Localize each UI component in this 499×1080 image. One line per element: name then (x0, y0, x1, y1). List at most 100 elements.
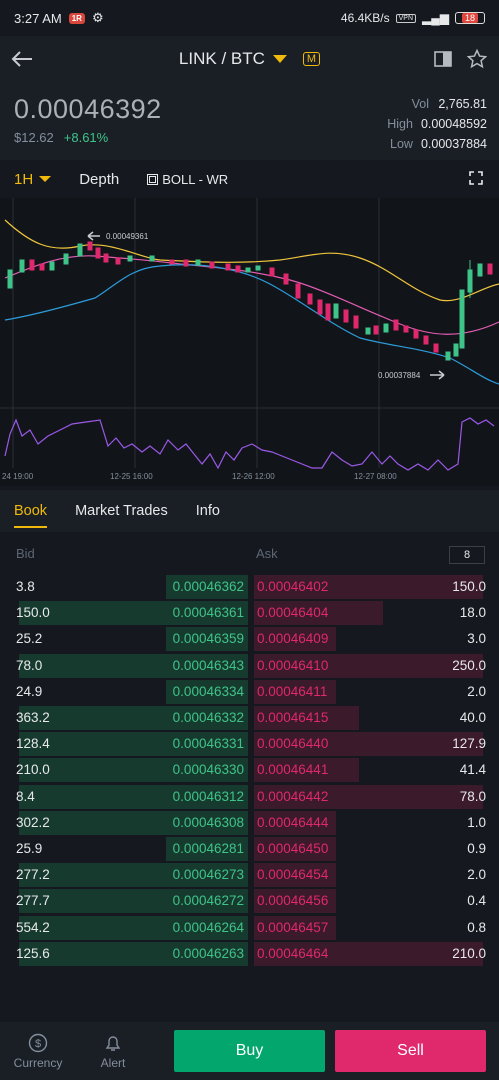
bid-cell[interactable]: 277.2 0.00046273 (14, 863, 248, 888)
ask-cell[interactable]: 0.00046450 0.9 (254, 837, 488, 861)
tab-info[interactable]: Info (196, 490, 220, 532)
sell-button[interactable]: Sell (335, 1030, 486, 1072)
timeframe-selector[interactable]: 1H (14, 171, 52, 188)
margin-badge[interactable]: M (302, 52, 321, 66)
layout-toggle-icon[interactable] (433, 49, 453, 69)
order-book-row[interactable]: 210.0 0.00046330 0.00046441 41.4 (14, 758, 488, 783)
bid-qty: 150.0 (16, 605, 50, 621)
bid-price: 0.00046330 (172, 762, 244, 778)
ask-price: 0.00046444 (257, 814, 329, 830)
bid-price: 0.00046263 (172, 945, 244, 961)
arrow-left-icon (11, 51, 32, 67)
vol-value: 2,765.81 (438, 97, 487, 111)
ask-qty: 0.8 (467, 919, 486, 935)
ask-cell[interactable]: 0.00046442 78.0 (254, 784, 488, 809)
bid-cell[interactable]: 125.6 0.00046263 (14, 941, 248, 966)
order-book-row[interactable]: 277.7 0.00046272 0.00046456 0.4 (14, 889, 488, 914)
ask-price: 0.00046411 (257, 683, 328, 699)
bid-cell[interactable]: 78.0 0.00046343 (14, 653, 248, 678)
back-button[interactable] (0, 36, 44, 82)
ticker-panel: 0.00046392 $12.62 +8.61% Vol 2,765.81 Hig… (0, 82, 499, 160)
bid-cell[interactable]: 128.4 0.00046331 (14, 732, 248, 757)
chart-canvas[interactable]: 0.00049361 0.00037884 24 19:00 12-25 16:… (0, 198, 499, 486)
bid-cell[interactable]: 363.2 0.00046332 (14, 706, 248, 730)
order-book-row[interactable]: 554.2 0.00046264 0.00046457 0.8 (14, 915, 488, 940)
bid-cell[interactable]: 25.9 0.00046281 (14, 837, 248, 861)
order-book-row[interactable]: 24.9 0.00046334 0.00046411 2.0 (14, 679, 488, 704)
vpn-icon: VPN (395, 13, 417, 23)
bid-price: 0.00046361 (172, 605, 244, 621)
order-book-row[interactable]: 363.2 0.00046332 0.00046415 40.0 (14, 706, 488, 730)
boll-mid-line (4, 255, 499, 335)
market-tabs: Book Market Trades Info (0, 490, 499, 532)
bid-cell[interactable]: 25.2 0.00046359 (14, 627, 248, 652)
signal-icon: ▂▄▆ (422, 11, 449, 25)
bid-cell[interactable]: 3.8 0.00046362 (14, 575, 248, 599)
indicator-selector[interactable]: BOLL - WR (147, 172, 228, 187)
bid-cell[interactable]: 554.2 0.00046264 (14, 915, 248, 940)
ask-qty: 150.0 (452, 579, 486, 594)
star-icon[interactable] (467, 49, 487, 69)
ask-cell[interactable]: 0.00046464 210.0 (254, 941, 488, 966)
ask-qty: 40.0 (459, 710, 486, 725)
order-book-row[interactable]: 125.6 0.00046263 0.00046464 210.0 (14, 941, 488, 966)
bid-header: Bid (16, 546, 35, 561)
ask-price: 0.00046404 (257, 605, 329, 621)
high-value: 0.00048592 (420, 117, 487, 131)
bid-price: 0.00046273 (172, 867, 244, 883)
fiat-price: $12.62 (14, 130, 54, 145)
chevron-down-icon (39, 176, 52, 182)
bid-cell[interactable]: 277.7 0.00046272 (14, 889, 248, 914)
bell-icon (105, 1035, 121, 1051)
ask-cell[interactable]: 0.00046441 41.4 (254, 758, 488, 783)
bid-cell[interactable]: 302.2 0.00046308 (14, 810, 248, 835)
ask-price: 0.00046454 (257, 867, 329, 883)
bid-price: 0.00046362 (172, 579, 244, 594)
ask-cell[interactable]: 0.00046415 40.0 (254, 706, 488, 730)
currency-button[interactable]: $ Currency (0, 1022, 76, 1080)
tab-market-trades[interactable]: Market Trades (75, 490, 168, 532)
order-book-row[interactable]: 8.4 0.00046312 0.00046442 78.0 (14, 784, 488, 809)
currency-label: Currency (13, 1055, 63, 1070)
bid-cell[interactable]: 150.0 0.00046361 (14, 601, 248, 626)
ask-qty: 1.0 (467, 814, 486, 830)
ask-cell[interactable]: 0.00046456 0.4 (254, 889, 488, 914)
svg-text:$: $ (35, 1038, 41, 1050)
fullscreen-icon[interactable] (469, 170, 483, 188)
bid-cell[interactable]: 210.0 0.00046330 (14, 758, 248, 783)
order-book-row[interactable]: 25.2 0.00046359 0.00046409 3.0 (14, 627, 488, 652)
chevron-down-icon[interactable] (272, 55, 287, 63)
pair-selector[interactable]: LINK / BTC (179, 49, 265, 69)
boll-upper-line (4, 219, 499, 302)
order-book-row[interactable]: 277.2 0.00046273 0.00046454 2.0 (14, 863, 488, 888)
ask-cell[interactable]: 0.00046404 18.0 (254, 601, 488, 626)
bid-cell[interactable]: 8.4 0.00046312 (14, 784, 248, 809)
ask-cell[interactable]: 0.00046444 1.0 (254, 810, 488, 835)
bid-qty: 210.0 (16, 762, 50, 778)
order-book-row[interactable]: 150.0 0.00046361 0.00046404 18.0 (14, 601, 488, 626)
ask-cell[interactable]: 0.00046454 2.0 (254, 863, 488, 888)
ask-cell[interactable]: 0.00046411 2.0 (254, 679, 488, 704)
ask-cell[interactable]: 0.00046410 250.0 (254, 653, 488, 678)
order-book-row[interactable]: 3.8 0.00046362 0.00046402 150.0 (14, 575, 488, 599)
wr-indicator-line (4, 417, 495, 471)
order-book-row[interactable]: 78.0 0.00046343 0.00046410 250.0 (14, 653, 488, 678)
depth-tab[interactable]: Depth (79, 171, 119, 188)
ask-cell[interactable]: 0.00046440 127.9 (254, 732, 488, 757)
bid-cell[interactable]: 24.9 0.00046334 (14, 679, 248, 704)
bid-qty: 128.4 (16, 736, 50, 752)
alert-button[interactable]: Alert (76, 1022, 150, 1080)
depth-selector[interactable]: 8 (449, 546, 485, 564)
tab-book[interactable]: Book (14, 490, 48, 532)
bid-qty: 3.8 (16, 579, 35, 594)
order-book-row[interactable]: 128.4 0.00046331 0.00046440 127.9 (14, 732, 488, 757)
order-book-row[interactable]: 25.9 0.00046281 0.00046450 0.9 (14, 837, 488, 861)
ask-cell[interactable]: 0.00046409 3.0 (254, 627, 488, 652)
ask-cell[interactable]: 0.00046457 0.8 (254, 915, 488, 940)
ask-cell[interactable]: 0.00046402 150.0 (254, 575, 488, 599)
settings-status-icon: ⚙ (91, 10, 104, 25)
bid-qty: 277.7 (16, 893, 50, 909)
order-book-row[interactable]: 302.2 0.00046308 0.00046444 1.0 (14, 810, 488, 835)
buy-button[interactable]: Buy (174, 1030, 325, 1072)
price-chart[interactable]: 0.00049361 0.00037884 24 19:00 12-25 16:… (0, 198, 499, 486)
